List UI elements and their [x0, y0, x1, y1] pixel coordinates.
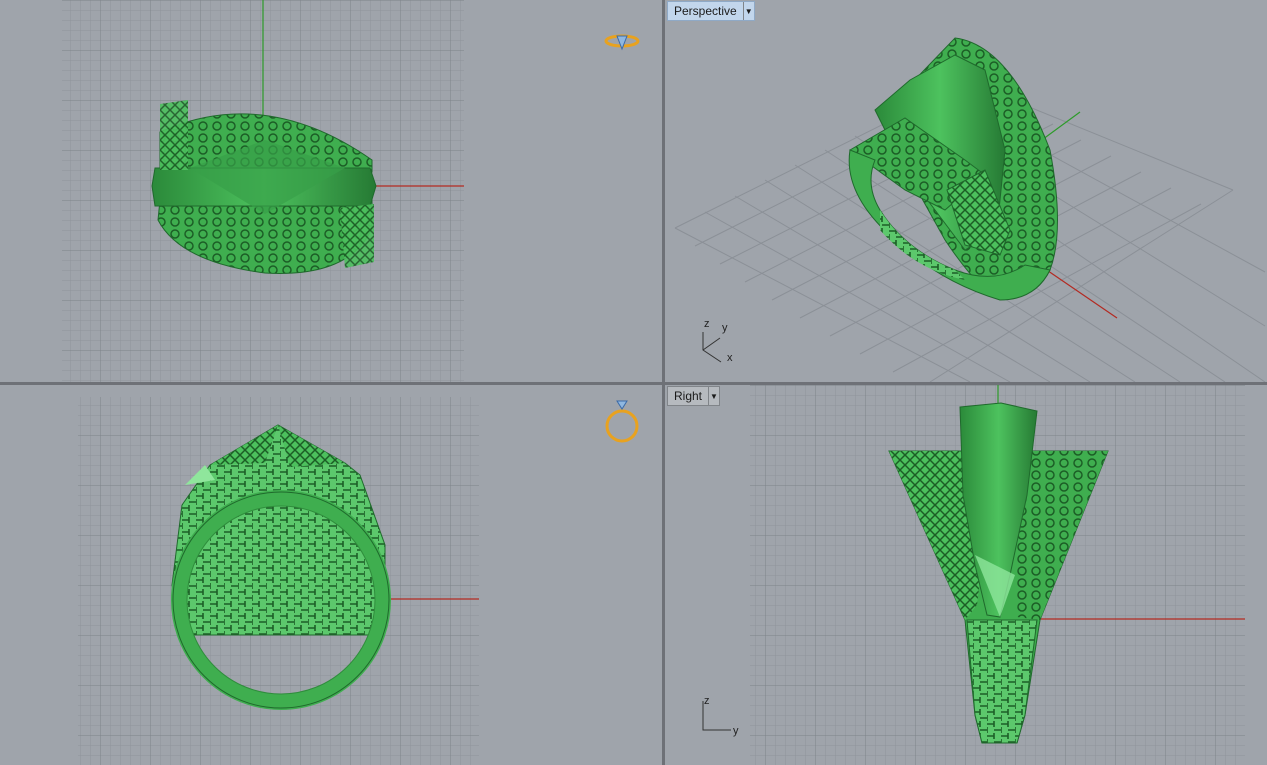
- perspective-title[interactable]: Perspective ▼: [667, 1, 755, 21]
- axis-z-label: z: [704, 695, 710, 707]
- viewport-top[interactable]: [0, 0, 662, 382]
- right-title-label[interactable]: Right: [668, 387, 708, 405]
- chevron-down-icon[interactable]: ▼: [742, 2, 754, 20]
- perspective-axis-gizmo: [702, 332, 722, 363]
- axis-z-label: z: [704, 318, 710, 330]
- chevron-down-icon[interactable]: ▼: [708, 387, 719, 405]
- perspective-viewport-canvas: [674, 37, 1266, 382]
- right-title[interactable]: Right ▼: [667, 386, 721, 406]
- axis-y-label: y: [733, 725, 739, 737]
- perspective-title-label[interactable]: Perspective: [668, 2, 743, 20]
- axis-y-label: y: [722, 322, 728, 334]
- viewport-front[interactable]: [0, 385, 662, 765]
- ring-top-icon: [603, 30, 641, 52]
- top-viewport-canvas: [62, 0, 464, 382]
- front-viewport-canvas: [78, 397, 479, 765]
- viewport-right[interactable]: Right ▼ z y: [665, 385, 1267, 765]
- ring-perspective-model[interactable]: [848, 37, 1058, 301]
- right-viewport-canvas: [702, 385, 1245, 765]
- axis-x-label: x: [727, 352, 733, 364]
- viewport-perspective[interactable]: Perspective ▼ z y x: [665, 0, 1267, 382]
- ring-front-icon: [602, 395, 642, 447]
